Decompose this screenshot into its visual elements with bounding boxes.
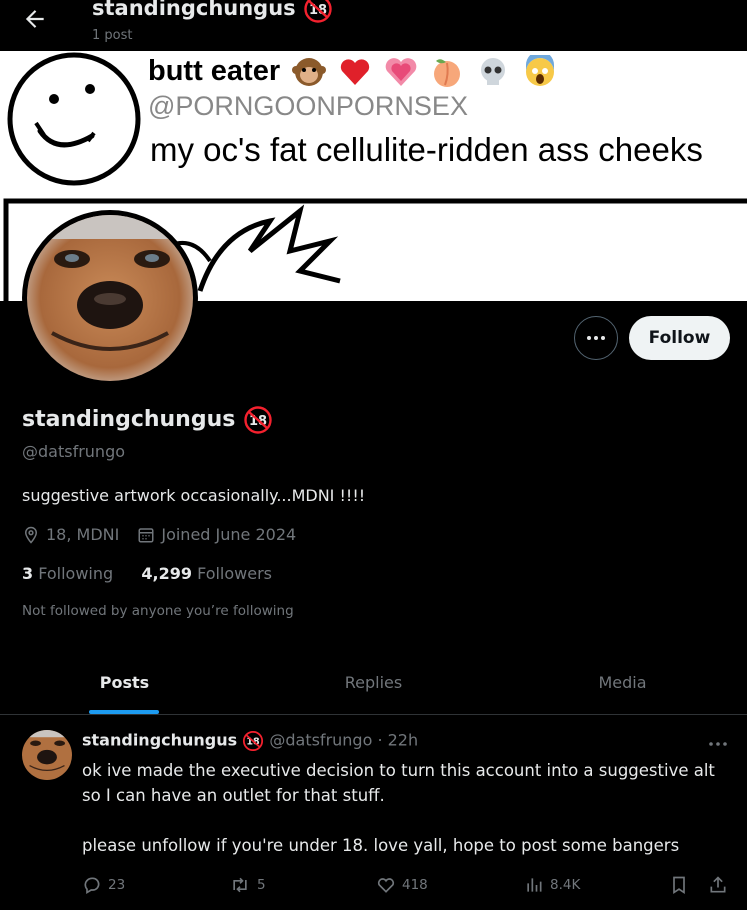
profile-bio: suggestive artwork occasionally...MDNI !… [22,486,366,505]
following-link[interactable]: 3 Following [22,564,113,583]
like-button[interactable]: 418 [376,875,428,895]
more-options-button[interactable] [574,316,618,360]
tweet-text-paragraph-2: please unfollow if you're under 18. love… [82,836,680,855]
profile-avatar[interactable] [22,210,198,386]
header-profile-name: standingchungus 18 [92,0,333,24]
skull-emoji-icon [476,55,510,89]
reply-count: 23 [108,877,126,893]
back-arrow-icon[interactable] [22,6,48,32]
tweet-author-name[interactable]: standingchungus [82,731,237,750]
calendar-icon [138,527,154,542]
banner-title: butt eater [148,51,557,89]
views-count: 8.4K [550,877,581,893]
reply-button[interactable]: 23 [82,875,125,895]
tweet-text-paragraph-1: ok ive made the executive decision to tu… [82,761,715,805]
screaming-face-emoji-icon [523,51,557,89]
tab-posts-label: Posts [99,672,150,692]
following-count: 3 [22,564,34,583]
share-icon [710,876,726,893]
age-18-badge-icon: 18 [244,406,272,434]
views-button[interactable]: 8.4K [524,875,580,895]
tweet-text: ok ive made the executive decision to tu… [82,758,737,858]
heart-icon [377,878,395,893]
header-name-text: standingchungus [92,0,296,20]
followers-label: Followers [197,564,273,583]
profile-meta: 18, MDNI Joined June 2024 [22,525,314,544]
repost-icon [233,877,247,893]
tab-replies[interactable]: Replies [249,650,498,714]
like-count: 418 [402,877,428,893]
tab-posts[interactable]: Posts [0,650,249,714]
tweet-more-icon[interactable] [707,735,729,754]
follow-stats: 3 Following 4,299 Followers [22,564,272,583]
tweet[interactable]: standingchungus 18 @datsfrungo · 22h ok … [0,715,747,910]
bookmark-button[interactable] [669,875,695,895]
profile-name-text: standingchungus [22,407,236,432]
not-followed-notice: Not followed by anyone you’re following [22,603,294,619]
profile-name: standingchungus 18 [22,405,273,435]
reply-icon [84,877,100,894]
peach-emoji-icon [430,55,464,89]
active-tab-indicator [89,710,159,714]
ellipsis-icon [587,336,605,340]
joined-text: Joined June 2024 [161,525,297,544]
tweet-actions: 23 5 418 8.4K [82,875,732,897]
banner-handle: @PORNGOONPORNSEX [148,91,468,121]
bookmark-icon [673,876,685,895]
smiley-face-drawing [7,52,141,186]
share-button[interactable] [708,875,734,895]
tweet-handle-time[interactable]: @datsfrungo · 22h [269,731,418,750]
growing-heart-emoji-icon [384,55,418,89]
follow-button[interactable]: Follow [629,316,730,360]
location-text: 18, MDNI [46,525,120,544]
repost-button[interactable]: 5 [229,875,266,895]
joined-item: Joined June 2024 [137,525,296,544]
location-item: 18, MDNI [22,525,119,544]
views-chart-icon [527,878,542,892]
banner-caption: my oc's fat cellulite-ridden ass cheeks [150,131,703,168]
tab-media-label: Media [598,672,647,692]
tweet-header: standingchungus 18 @datsfrungo · 22h [82,730,418,752]
followers-count: 4,299 [141,564,192,583]
tab-replies-label: Replies [344,672,403,692]
following-label: Following [38,564,114,583]
age-18-badge-icon: 18 [304,0,332,23]
banner-title-text: butt eater [148,55,281,87]
monkey-emoji-icon [292,55,327,89]
header-post-count: 1 post [92,28,133,43]
top-bar: standingchungus 18 1 post [0,0,747,51]
tab-media[interactable]: Media [498,650,747,714]
dog-face-image [27,215,193,381]
followers-link[interactable]: 4,299 Followers [141,564,272,583]
tweet-avatar[interactable] [22,730,72,780]
profile-tabs: Posts Replies Media [0,650,747,715]
location-pin-icon [24,526,38,544]
age-18-badge-icon: 18 [243,730,264,752]
repost-count: 5 [257,877,266,893]
red-heart-emoji-icon [338,55,372,89]
profile-handle: @datsfrungo [22,442,126,461]
